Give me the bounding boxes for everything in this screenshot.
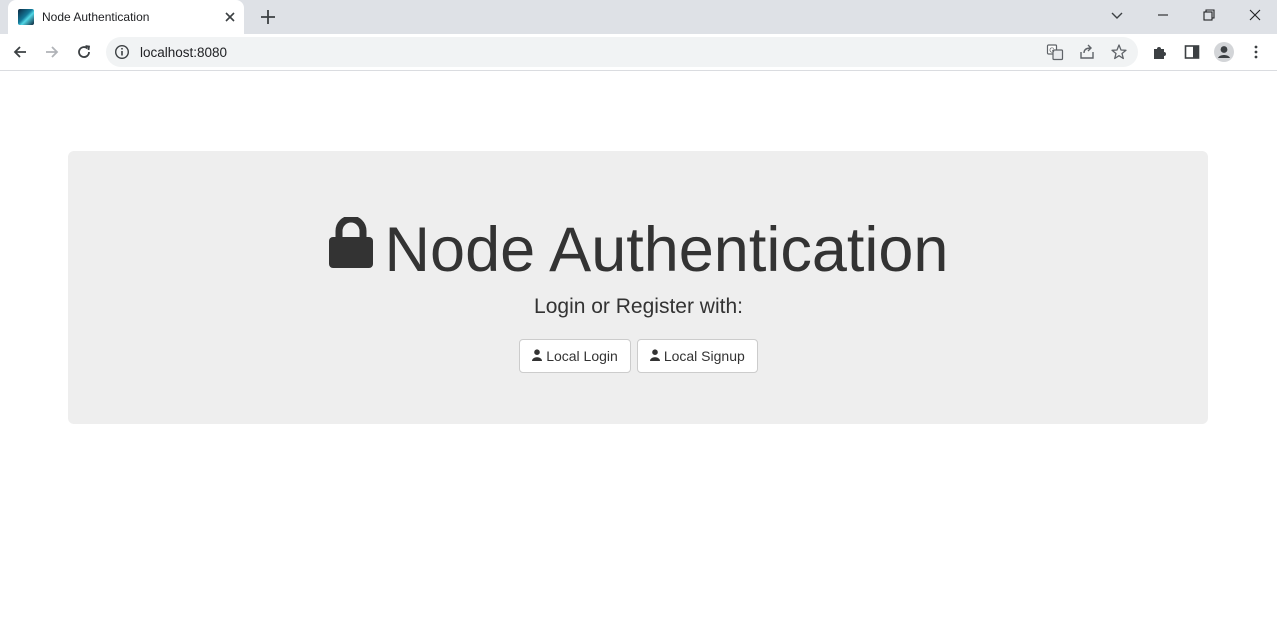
tab-search-chevron-icon[interactable] <box>1094 0 1140 30</box>
profile-avatar-icon[interactable] <box>1210 38 1238 66</box>
window-close-icon[interactable] <box>1232 0 1277 30</box>
tab-strip: Node Authentication <box>0 0 1277 34</box>
translate-icon[interactable]: G <box>1046 43 1064 61</box>
forward-arrow-icon[interactable] <box>38 38 66 66</box>
bookmark-star-icon[interactable] <box>1110 43 1128 61</box>
address-bar[interactable]: localhost:8080 G <box>106 37 1138 67</box>
svg-text:G: G <box>1049 47 1054 54</box>
side-panel-icon[interactable] <box>1178 38 1206 66</box>
back-arrow-icon[interactable] <box>6 38 34 66</box>
local-signup-label: Local Signup <box>663 348 745 364</box>
minimize-icon[interactable] <box>1140 0 1186 30</box>
login-subtitle: Login or Register with: <box>534 295 743 318</box>
url-text[interactable]: localhost:8080 <box>140 45 227 60</box>
more-menu-icon[interactable] <box>1242 38 1270 66</box>
user-icon <box>649 340 660 372</box>
lock-icon <box>328 208 373 288</box>
user-icon <box>532 340 543 372</box>
local-signup-button[interactable]: Local Signup <box>636 339 758 373</box>
share-icon[interactable] <box>1078 43 1096 61</box>
reload-icon[interactable] <box>70 38 98 66</box>
new-tab-plus-icon[interactable] <box>257 6 279 28</box>
browser-toolbar: localhost:8080 G <box>0 34 1277 71</box>
auth-buttons: Local Login Local Signup <box>0 339 1277 373</box>
restore-icon[interactable] <box>1186 0 1232 30</box>
local-login-label: Local Login <box>546 348 618 364</box>
local-login-button[interactable]: Local Login <box>519 339 631 373</box>
browser-tab[interactable]: Node Authentication <box>8 0 244 34</box>
tab-close-icon[interactable] <box>222 9 238 25</box>
page-title: Node Authentication <box>0 210 1277 290</box>
page-title-text: Node Authentication <box>384 215 949 285</box>
extensions-puzzle-icon[interactable] <box>1146 38 1174 66</box>
site-info-icon[interactable] <box>114 44 130 60</box>
app-favicon-icon <box>18 9 34 25</box>
tab-title: Node Authentication <box>42 10 150 24</box>
